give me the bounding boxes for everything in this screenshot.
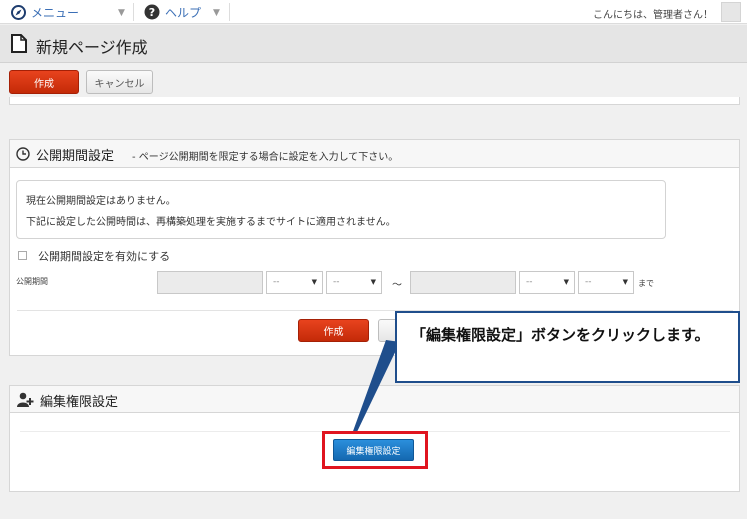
instruction-text: 「編集権限設定」ボタンをクリックします。 — [411, 326, 710, 344]
edit-permission-button[interactable]: 編集権限設定 — [333, 439, 414, 461]
instruction-callout: 「編集権限設定」ボタンをクリックします。 — [395, 311, 740, 383]
